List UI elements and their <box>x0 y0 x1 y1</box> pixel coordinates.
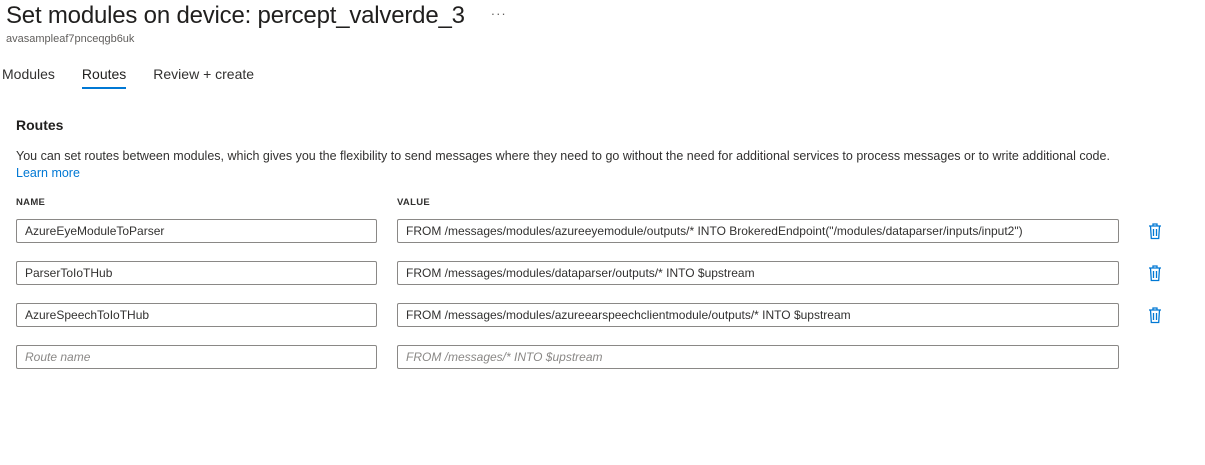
route-value-input[interactable] <box>397 219 1119 243</box>
routes-section-title: Routes <box>16 117 64 133</box>
routes-description-text: You can set routes between modules, whic… <box>16 149 1110 163</box>
route-row <box>16 219 1176 243</box>
route-value-input[interactable] <box>397 303 1119 327</box>
more-options-button[interactable]: ··· <box>491 6 507 21</box>
route-row <box>16 303 1176 327</box>
column-header-value: VALUE <box>397 197 430 208</box>
tab-routes[interactable]: Routes <box>81 64 127 89</box>
title-row: Set modules on device: percept_valverde_… <box>6 2 507 30</box>
route-name-input[interactable] <box>16 261 377 285</box>
route-name-input[interactable] <box>16 219 377 243</box>
learn-more-link[interactable]: Learn more <box>16 166 80 180</box>
page-subtitle: avasampleaf7pnceqgb6uk <box>6 33 135 45</box>
tab-bar: Modules Routes Review + create <box>2 64 281 89</box>
tab-modules[interactable]: Modules <box>2 64 55 89</box>
route-row <box>16 261 1176 285</box>
routes-description: You can set routes between modules, whic… <box>16 148 1126 182</box>
new-route-value-input[interactable] <box>397 345 1119 369</box>
page-title: Set modules on device: percept_valverde_… <box>6 2 465 29</box>
trash-icon[interactable] <box>1147 264 1163 282</box>
new-route-name-input[interactable] <box>16 345 377 369</box>
trash-icon[interactable] <box>1147 222 1163 240</box>
new-route-row <box>16 345 1176 369</box>
route-name-input[interactable] <box>16 303 377 327</box>
trash-icon[interactable] <box>1147 306 1163 324</box>
tab-review-create[interactable]: Review + create <box>153 64 254 89</box>
column-header-name: NAME <box>16 197 46 208</box>
route-value-input[interactable] <box>397 261 1119 285</box>
